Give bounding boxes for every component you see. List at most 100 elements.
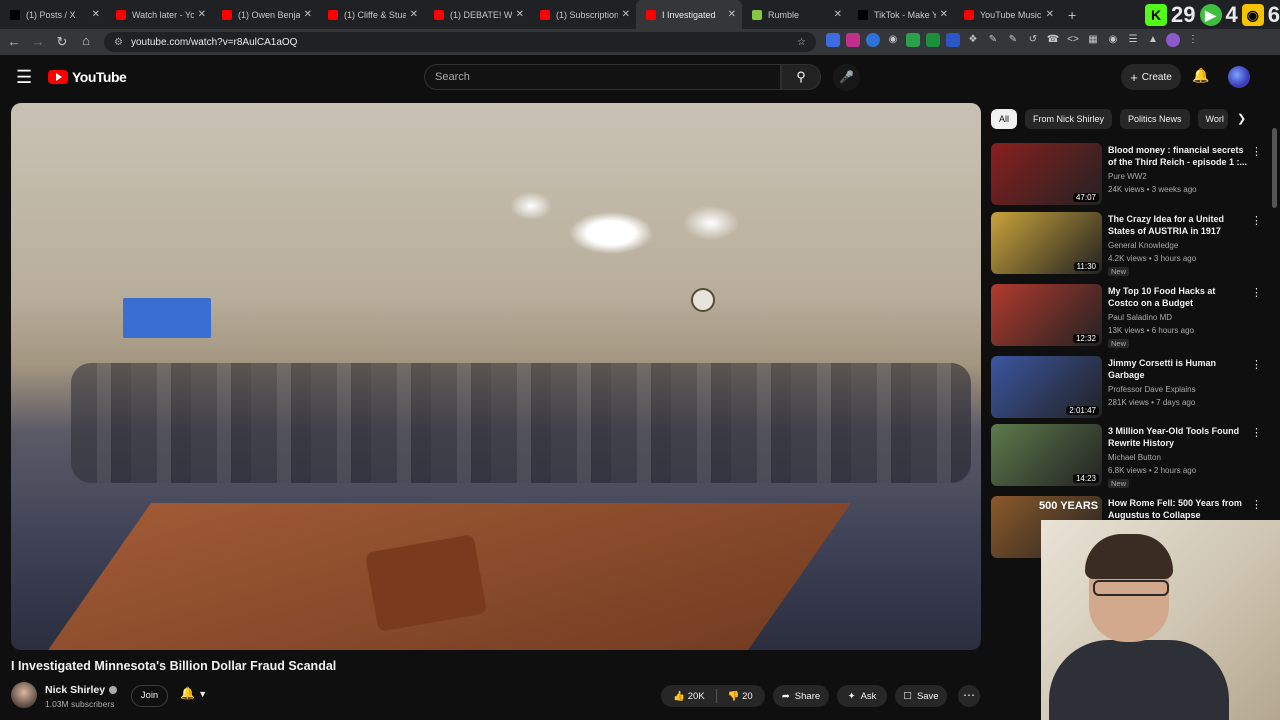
voice-search-button[interactable]: 🎤 <box>833 64 860 91</box>
browser-tab[interactable]: Watch later - YouTube ✕ <box>106 0 212 29</box>
address-bar[interactable]: ⚙ youtube.com/watch?v=r8AulCA1aOQ ☆ <box>104 32 816 52</box>
extension-icon[interactable] <box>906 33 920 47</box>
recommended-channel-name[interactable]: General Knowledge <box>1108 241 1178 250</box>
owl-icon[interactable]: ◉ <box>1241 4 1264 26</box>
tab-close-icon[interactable]: ✕ <box>728 9 736 20</box>
search-input[interactable]: Search <box>424 64 781 90</box>
history-icon[interactable]: ↺ <box>1026 33 1040 47</box>
search-button[interactable]: ⚲ <box>781 64 821 90</box>
recommended-video[interactable]: 14:23 3 Million Year-Old Tools Found Rewr… <box>991 424 1263 488</box>
profile-icon[interactable] <box>1166 33 1180 47</box>
extension-icon[interactable]: ▦ <box>1086 33 1100 47</box>
extension-icon[interactable]: ✎ <box>986 33 1000 47</box>
video-thumbnail[interactable]: 11:30 <box>991 212 1102 274</box>
tab-close-icon[interactable]: ✕ <box>622 9 630 20</box>
sidebar-scrollbar[interactable] <box>1272 128 1277 208</box>
more-vertical-icon[interactable]: ⋮ <box>1251 214 1262 227</box>
chevron-right-icon[interactable]: ❯ <box>1237 112 1246 125</box>
filter-chip[interactable]: Politics News <box>1120 109 1190 129</box>
browser-menu-icon[interactable]: ⋮ <box>1186 33 1200 47</box>
browser-tab[interactable]: (1) Cliffe & Stuart ✕ <box>318 0 424 29</box>
share-button[interactable]: ➦ Share <box>773 685 829 707</box>
kick-icon[interactable]: K <box>1145 4 1168 26</box>
extension-icon[interactable] <box>946 33 960 47</box>
recommended-video-title[interactable]: My Top 10 Food Hacks at Costco on a Budg… <box>1108 285 1248 309</box>
play-icon[interactable]: ▶ <box>1199 4 1222 26</box>
tab-close-icon[interactable]: ✕ <box>834 9 842 20</box>
reload-icon[interactable]: ↻ <box>50 34 74 50</box>
filter-chip[interactable]: Worl <box>1197 109 1228 129</box>
bookmark-star-icon[interactable]: ☆ <box>797 37 806 48</box>
site-info-icon[interactable]: ⚙ <box>114 37 123 48</box>
recommended-channel-name[interactable]: Michael Button <box>1108 453 1161 462</box>
video-thumbnail[interactable]: 47:07 <box>991 143 1102 205</box>
youtube-logo[interactable]: YouTube <box>48 69 127 85</box>
browser-tab[interactable]: (1) DEBATE! Wh ✕ <box>424 0 530 29</box>
video-thumbnail[interactable]: 14:23 <box>991 424 1102 486</box>
recommended-video[interactable]: 11:30 The Crazy Idea for a United States … <box>991 212 1263 276</box>
notifications-bell-icon[interactable]: 🔔 <box>1192 67 1209 84</box>
more-vertical-icon[interactable]: ⋮ <box>1251 426 1262 439</box>
recommended-channel-name[interactable]: Professor Dave Explains <box>1108 385 1196 394</box>
code-icon[interactable]: <> <box>1066 33 1080 47</box>
video-player[interactable] <box>11 103 981 650</box>
tab-close-icon[interactable]: ✕ <box>516 9 524 20</box>
extension-icon[interactable] <box>866 33 880 47</box>
browser-tab[interactable]: YouTube Music ✕ <box>954 0 1060 29</box>
extension-icon[interactable] <box>926 33 940 47</box>
extensions-puzzle-icon[interactable]: ✎ <box>1006 33 1020 47</box>
tab-close-icon[interactable]: ✕ <box>410 9 418 20</box>
filter-chip[interactable]: From Nick Shirley <box>1025 109 1113 129</box>
extension-icon[interactable] <box>846 33 860 47</box>
browser-tab[interactable]: Rumble ✕ <box>742 0 848 29</box>
extension-icon[interactable]: ☎ <box>1046 33 1060 47</box>
recommended-video-title[interactable]: The Crazy Idea for a United States of AU… <box>1108 213 1248 237</box>
menu-icon[interactable]: ☰ <box>16 67 32 88</box>
browser-tab[interactable]: (1) Posts / X ✕ <box>0 0 106 29</box>
extension-icon[interactable]: ❖ <box>966 33 980 47</box>
like-button[interactable]: 👍 20K <box>673 691 704 702</box>
tab-close-icon[interactable]: ✕ <box>92 9 100 20</box>
browser-tab[interactable]: (1) Subscriptions ✕ <box>530 0 636 29</box>
dislike-button[interactable]: 👎 20 <box>728 691 753 702</box>
account-avatar[interactable] <box>1228 66 1250 88</box>
more-vertical-icon[interactable]: ⋮ <box>1251 498 1262 511</box>
ask-button[interactable]: ✦ Ask <box>837 685 887 707</box>
extension-icon[interactable]: ▲ <box>1146 33 1160 47</box>
more-vertical-icon[interactable]: ⋮ <box>1251 358 1262 371</box>
browser-tab[interactable]: (1) Owen Benjamin ✕ <box>212 0 318 29</box>
more-vertical-icon[interactable]: ⋮ <box>1251 145 1262 158</box>
tab-close-icon[interactable]: ✕ <box>198 9 206 20</box>
tab-close-icon[interactable]: ✕ <box>1046 9 1054 20</box>
browser-tab[interactable]: TikTok - Make Y ✕ <box>848 0 954 29</box>
recommended-video[interactable]: 12:32 My Top 10 Food Hacks at Costco on a… <box>991 284 1263 348</box>
recommended-video-title[interactable]: How Rome Fell: 500 Years from Augustus t… <box>1108 497 1248 521</box>
channel-avatar[interactable] <box>11 682 37 708</box>
more-actions-button[interactable]: ⋯ <box>958 685 980 707</box>
recommended-channel-name[interactable]: Paul Saladino MD <box>1108 313 1172 322</box>
subscription-bell-dropdown[interactable]: 🔔 ▼ <box>180 686 207 700</box>
channel-name[interactable]: Nick Shirley <box>45 684 118 696</box>
home-icon[interactable]: ⌂ <box>74 33 98 48</box>
join-button[interactable]: Join <box>131 685 168 707</box>
tab-close-icon[interactable]: ✕ <box>940 9 948 20</box>
filter-chip[interactable]: All <box>991 109 1018 129</box>
recommended-video-title[interactable]: 3 Million Year-Old Tools Found Rewrite H… <box>1108 425 1248 449</box>
recommended-video-title[interactable]: Jimmy Corsetti is Human Garbage <box>1108 357 1248 381</box>
recommended-video[interactable]: 2:01:47 Jimmy Corsetti is Human Garbage Pr… <box>991 356 1263 418</box>
forward-icon[interactable]: → <box>26 34 50 49</box>
video-thumbnail[interactable]: 2:01:47 <box>991 356 1102 418</box>
recommended-channel-name[interactable]: Pure WW2 <box>1108 172 1147 181</box>
extension-icon[interactable] <box>826 33 840 47</box>
extension-icon[interactable]: ☰ <box>1126 33 1140 47</box>
browser-tab[interactable]: I Investigated ✕ <box>636 0 742 29</box>
create-button[interactable]: + Create <box>1121 64 1181 90</box>
recommended-video[interactable]: 47:07 Blood money : financial secrets of … <box>991 143 1263 205</box>
extension-icon[interactable]: ◉ <box>1106 33 1120 47</box>
new-tab-icon[interactable]: + <box>1068 7 1076 23</box>
extension-icon[interactable]: ◉ <box>886 33 900 47</box>
tab-close-icon[interactable]: ✕ <box>304 9 312 20</box>
more-vertical-icon[interactable]: ⋮ <box>1251 286 1262 299</box>
video-thumbnail[interactable]: 12:32 <box>991 284 1102 346</box>
recommended-video-title[interactable]: Blood money : financial secrets of the T… <box>1108 144 1248 168</box>
